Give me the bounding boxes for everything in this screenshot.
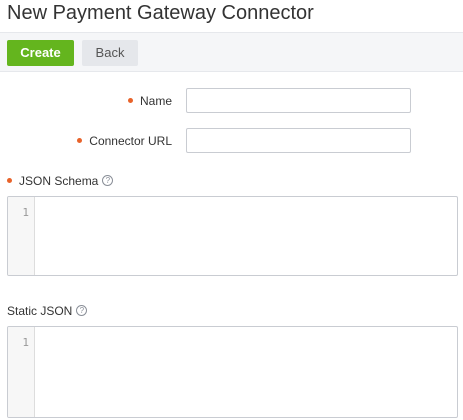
line-number-gutter: 1: [8, 327, 35, 417]
required-marker: [127, 98, 133, 104]
line-number: 1: [22, 336, 29, 349]
name-input[interactable]: [186, 88, 411, 113]
json-schema-editor[interactable]: 1: [7, 196, 458, 276]
question-circle-icon[interactable]: ?: [102, 175, 114, 187]
connector-url-label-text: Connector URL: [89, 134, 172, 148]
required-marker: [77, 138, 83, 144]
toolbar: Create Back: [0, 32, 463, 72]
json-schema-code-area[interactable]: [35, 197, 457, 275]
connector-url-input[interactable]: [186, 128, 411, 153]
json-schema-label-text: JSON Schema: [19, 174, 99, 188]
static-json-editor[interactable]: 1: [7, 326, 458, 418]
line-number-gutter: 1: [8, 197, 35, 275]
back-button[interactable]: Back: [82, 40, 138, 66]
question-circle-icon[interactable]: ?: [76, 305, 88, 317]
line-number: 1: [22, 206, 29, 219]
connector-url-label: Connector URL: [77, 134, 172, 148]
page-title: New Payment Gateway Connector: [7, 2, 314, 24]
name-label: Name: [127, 94, 172, 108]
create-button[interactable]: Create: [7, 40, 74, 66]
static-json-label-text: Static JSON: [7, 304, 73, 318]
static-json-label: Static JSON?: [7, 304, 88, 318]
required-marker: [7, 178, 12, 184]
static-json-code-area[interactable]: [35, 327, 457, 417]
name-label-text: Name: [139, 94, 172, 108]
json-schema-label: JSON Schema?: [7, 174, 114, 188]
